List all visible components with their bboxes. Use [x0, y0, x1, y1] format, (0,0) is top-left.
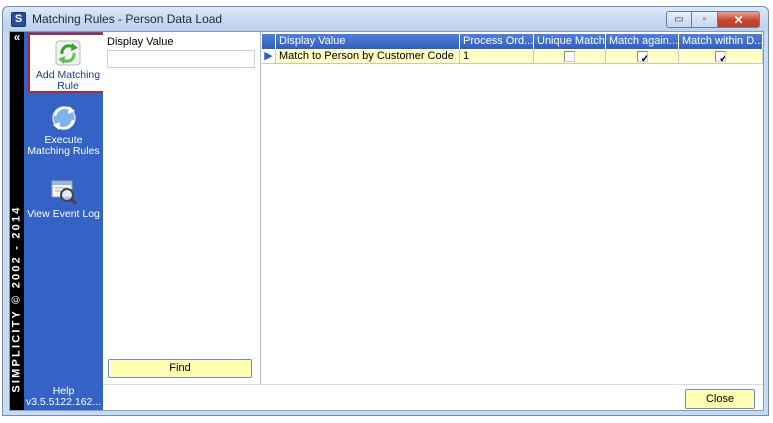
app-icon: S [11, 12, 26, 27]
minimize-button[interactable]: ▭ [666, 11, 692, 28]
column-header-match-against[interactable]: Match again... [606, 34, 679, 49]
cell-process-order[interactable]: 1 [460, 49, 534, 64]
grid-header: Display Value Process Ord... Unique Matc… [262, 34, 763, 49]
find-button[interactable]: Find [108, 359, 252, 378]
bottom-bar: Close [103, 384, 763, 410]
close-button[interactable]: Close [685, 389, 755, 409]
sidebar-item-label: View Event Log [27, 208, 100, 220]
column-header-unique-match[interactable]: Unique Match [534, 34, 606, 49]
row-indicator-icon: ▶ [262, 49, 276, 64]
help-area: Help v3.5.5122.162... [24, 386, 103, 408]
sidebar-item-execute-matching-rules[interactable]: Execute Matching Rules [26, 100, 101, 157]
column-header-display-value[interactable]: Display Value [276, 34, 460, 49]
cell-match-within: ✓ [679, 49, 763, 64]
maximize-button[interactable]: ▫ [692, 11, 718, 28]
sidebar-item-label: Add Matching Rule [35, 69, 101, 92]
brand-strip: « SIMPLICITY © 2002 - 2014 [10, 31, 24, 410]
table-row[interactable]: ▶ Match to Person by Customer Code 1 ✓ ✓ [262, 49, 763, 64]
cell-match-against: ✓ [606, 49, 679, 64]
sidebar-item-view-event-log[interactable]: View Event Log [26, 174, 101, 220]
close-window-button[interactable]: ✕ [718, 11, 760, 28]
client-area: « SIMPLICITY © 2002 - 2014 Add Matching … [9, 31, 764, 411]
results-grid: Display Value Process Ord... Unique Matc… [262, 32, 763, 384]
version-label: v3.5.5122.162... [25, 396, 102, 408]
display-value-input[interactable] [107, 50, 255, 68]
unique-match-checkbox[interactable] [564, 50, 575, 62]
sidebar-item-label: Execute Matching Rules [27, 134, 100, 157]
match-against-checkbox[interactable]: ✓ [636, 50, 648, 62]
filter-panel: Display Value Find [103, 32, 261, 384]
add-refresh-icon [55, 40, 81, 66]
cell-display-value[interactable]: Match to Person by Customer Code [276, 49, 460, 64]
cell-unique-match [534, 49, 606, 64]
window-controls: ▭ ▫ ✕ [666, 11, 760, 28]
collapse-icon[interactable]: « [11, 31, 23, 44]
sidebar: Add Matching Rule Execute Matching Rules [24, 32, 108, 410]
execute-globe-icon [51, 106, 76, 130]
filter-label: Display Value [107, 36, 174, 48]
main-window: S Matching Rules - Person Data Load ▭ ▫ … [2, 6, 769, 416]
sidebar-item-add-matching-rule[interactable]: Add Matching Rule [28, 33, 108, 93]
column-header-process-order[interactable]: Process Ord... [460, 34, 534, 49]
brand-copyright-text: SIMPLICITY © 2002 - 2014 [11, 205, 24, 393]
window-title: Matching Rules - Person Data Load [32, 12, 223, 26]
column-header-match-within[interactable]: Match within D... [679, 34, 763, 49]
magnifier-log-icon [51, 180, 77, 206]
title-bar[interactable]: S Matching Rules - Person Data Load ▭ ▫ … [3, 7, 768, 31]
match-within-checkbox[interactable]: ✓ [715, 50, 726, 62]
grid-header-corner [262, 34, 276, 49]
brand-text-wrapper: SIMPLICITY © 2002 - 2014 [10, 194, 24, 404]
